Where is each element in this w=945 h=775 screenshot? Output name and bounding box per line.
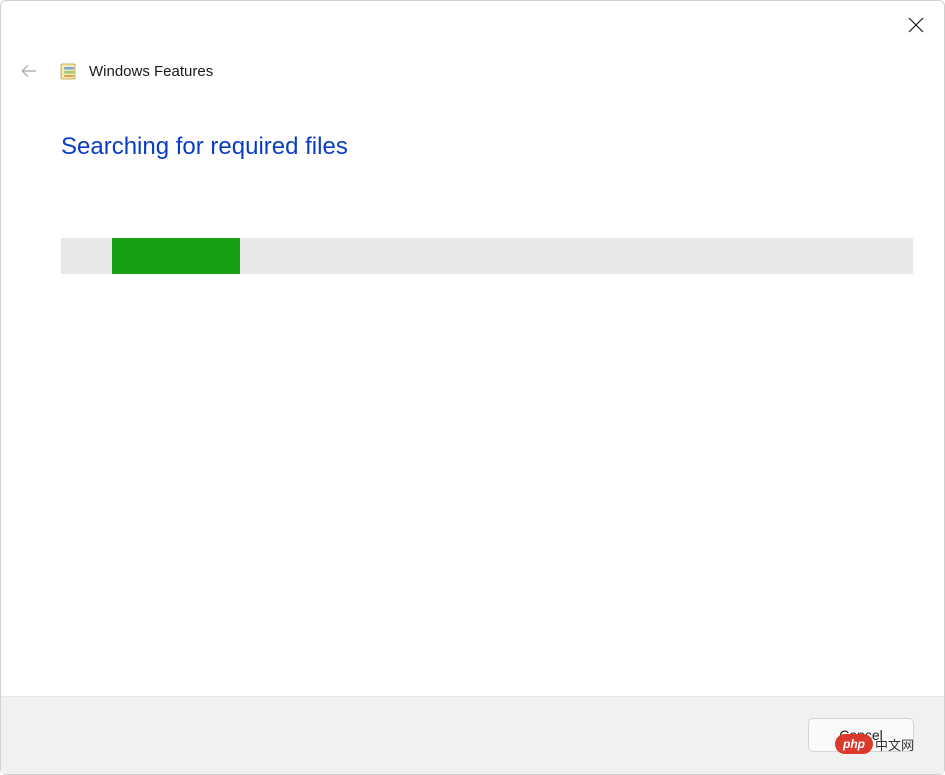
back-button (17, 59, 41, 83)
header-row: Windows Features (17, 59, 213, 83)
cancel-button[interactable]: Cancel (808, 718, 914, 752)
footer-bar: Cancel (1, 696, 944, 774)
window-title: Windows Features (89, 63, 213, 80)
close-icon (908, 17, 924, 33)
progress-bar (61, 238, 913, 274)
progress-fill (112, 238, 240, 274)
close-button[interactable] (900, 9, 932, 41)
title-wrap: Windows Features (59, 61, 213, 81)
status-heading: Searching for required files (61, 133, 348, 161)
windows-features-icon (59, 61, 79, 81)
back-arrow-icon (20, 62, 38, 80)
